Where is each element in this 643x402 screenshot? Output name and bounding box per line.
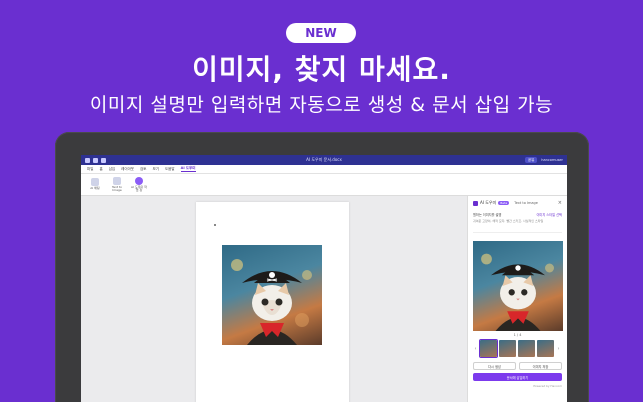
prompt-label: 원하는 이미지를 설명: [473, 213, 502, 217]
image-icon: [113, 176, 121, 185]
save-image-button[interactable]: 이미지 저장: [519, 362, 562, 370]
insert-into-document-button[interactable]: 문서에 삽입하기: [473, 373, 562, 381]
tool-ai-chat[interactable]: AI 채팅: [87, 178, 103, 191]
headline: 이미지, 찾지 마세요.: [192, 53, 451, 86]
menu-ai-assistant[interactable]: AI 도우미: [180, 166, 196, 172]
undo-icon[interactable]: [93, 157, 98, 163]
tool-ai-pane[interactable]: AI 도우미 작업 창: [131, 176, 147, 193]
pirate-cat-illustration: [231, 259, 312, 345]
regenerate-button[interactable]: 다시 생성: [473, 362, 516, 370]
chevron-right-icon[interactable]: ›: [556, 346, 561, 352]
menu-home[interactable]: 홈: [99, 167, 102, 172]
powered-by: Powered by Hancom: [533, 384, 562, 388]
menu-help[interactable]: 도움말: [165, 167, 175, 172]
menu-view[interactable]: 보기: [152, 167, 158, 172]
generated-image-preview[interactable]: [473, 241, 563, 331]
chevron-left-icon[interactable]: ‹: [473, 346, 478, 352]
close-icon[interactable]: ×: [558, 200, 562, 206]
text-cursor: [214, 224, 216, 226]
menu-insert[interactable]: 삽입: [109, 167, 115, 172]
tool-label: AI 도우미 작업 창: [131, 184, 147, 192]
prompt-input[interactable]: 귀여운 고양이, 해적 모자, 빨간 스카프, 사실적인 스타일: [473, 219, 562, 233]
ai-logo-icon: [473, 200, 478, 206]
share-button[interactable]: 공유: [524, 157, 538, 163]
menu-file[interactable]: 파일: [87, 167, 93, 172]
thumbnail[interactable]: [537, 340, 554, 357]
document-page[interactable]: [196, 202, 349, 402]
menu-layout[interactable]: 레이아웃: [121, 167, 134, 172]
new-badge: NEW: [286, 23, 356, 43]
document-workspace: [81, 196, 467, 402]
thumbnail[interactable]: [518, 340, 535, 357]
menu-bar: 파일 홈 삽입 레이아웃 검토 보기 도움말 AI 도우미: [81, 165, 567, 174]
panel-title: AI 도우미: [480, 200, 497, 205]
tool-label: Text to Image: [111, 184, 123, 192]
prompt-label-row: 원하는 이미지를 설명 이미지 스타일 선택: [473, 212, 562, 217]
thumbnail[interactable]: [499, 340, 516, 357]
pirate-cat-illustration: [481, 253, 554, 331]
ribbon-toolbar: AI 채팅 Text to Image AI 도우미 작업 창: [81, 174, 567, 196]
inserted-cat-image[interactable]: [222, 245, 322, 345]
image-counter: 1 / 4: [513, 333, 522, 337]
tool-text-to-image[interactable]: Text to Image: [109, 176, 125, 193]
thumbnail-strip: ‹ ›: [473, 340, 562, 357]
ai-icon: [135, 176, 143, 185]
subline: 이미지 설명만 입력하면 자동으로 생성 & 문서 삽입 가능: [89, 94, 554, 116]
document-title: AI 도우미 문서.docx: [306, 157, 342, 162]
app-screen: AI 도우미 문서.docx 공유 hancomuser 파일 홈 삽입 레이아…: [81, 155, 567, 402]
menu-review[interactable]: 검토: [140, 167, 146, 172]
quick-access-toolbar: [85, 157, 106, 163]
beta-badge: Beta: [498, 201, 510, 205]
ai-side-panel: AI 도우미 Beta Text to Image × 원하는 이미지를 설명 …: [467, 196, 567, 402]
thumbnail[interactable]: [480, 340, 497, 357]
save-icon[interactable]: [85, 157, 90, 163]
panel-header: AI 도우미 Beta Text to Image ×: [473, 199, 562, 207]
user-name[interactable]: hancomuser: [541, 158, 563, 162]
tool-label: AI 채팅: [90, 186, 100, 191]
titlebar: AI 도우미 문서.docx 공유 hancomuser: [81, 155, 567, 165]
panel-tab[interactable]: Text to Image: [514, 201, 538, 205]
style-select[interactable]: 이미지 스타일 선택: [537, 212, 563, 217]
redo-icon[interactable]: [101, 157, 106, 163]
